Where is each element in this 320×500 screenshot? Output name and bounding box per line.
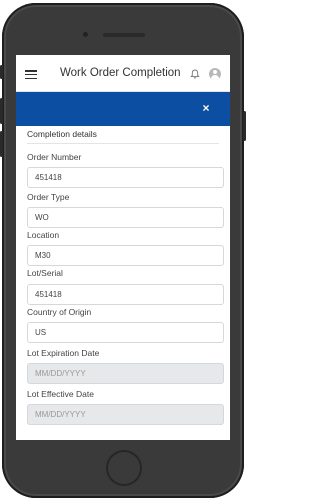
close-icon[interactable]: × bbox=[200, 102, 212, 114]
hamburger-menu-icon[interactable] bbox=[25, 70, 37, 80]
app-screen: Work Order Completion × Completion detai… bbox=[16, 55, 230, 440]
section-divider bbox=[27, 143, 219, 144]
page-title: Work Order Completion bbox=[60, 67, 181, 79]
silent-switch bbox=[0, 131, 3, 157]
volume-up-button bbox=[0, 65, 3, 79]
country-of-origin-field[interactable]: US bbox=[27, 322, 224, 343]
lot-serial-field[interactable]: 451418 bbox=[27, 284, 224, 305]
country-of-origin-label: Country of Origin bbox=[27, 307, 92, 317]
user-avatar-icon[interactable] bbox=[209, 68, 221, 80]
power-button bbox=[243, 111, 246, 141]
location-label: Location bbox=[27, 230, 60, 240]
order-type-field[interactable]: WO bbox=[27, 207, 224, 228]
location-field[interactable]: M30 bbox=[27, 245, 224, 266]
lot-expiration-date-field[interactable]: MM/DD/YYYY bbox=[27, 363, 224, 384]
order-number-field[interactable]: 451418 bbox=[27, 167, 224, 188]
modal-header: × bbox=[16, 92, 230, 126]
top-app-bar: Work Order Completion bbox=[16, 55, 230, 92]
lot-effective-date-label: Lot Effective Date bbox=[27, 389, 94, 399]
section-title: Completion details bbox=[27, 129, 97, 139]
front-camera bbox=[83, 32, 88, 37]
home-button[interactable] bbox=[106, 450, 142, 486]
bell-icon[interactable] bbox=[190, 69, 200, 79]
order-type-label: Order Type bbox=[27, 192, 70, 202]
completion-form: Completion details Order Number 451418 O… bbox=[16, 126, 230, 440]
speaker-grille bbox=[103, 33, 145, 37]
lot-effective-date-field[interactable]: MM/DD/YYYY bbox=[27, 404, 224, 425]
lot-serial-label: Lot/Serial bbox=[27, 268, 63, 278]
order-number-label: Order Number bbox=[27, 152, 82, 162]
volume-down-button bbox=[0, 98, 3, 124]
lot-expiration-date-label: Lot Expiration Date bbox=[27, 348, 100, 358]
